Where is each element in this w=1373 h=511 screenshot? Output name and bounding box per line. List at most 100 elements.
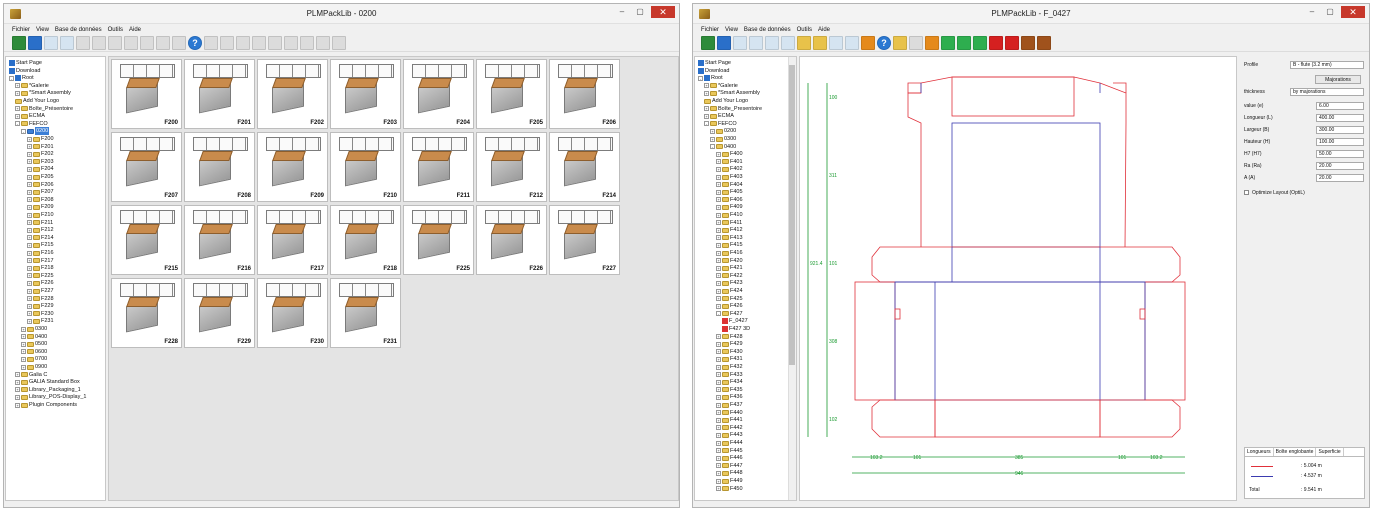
menu-outils[interactable]: Outils — [797, 27, 812, 33]
collapse-icon[interactable]: - — [21, 128, 26, 134]
download-icon[interactable] — [28, 36, 42, 50]
download-icon[interactable] — [717, 36, 731, 50]
expand-icon[interactable]: + — [27, 288, 32, 294]
tree-node[interactable]: + F450 — [716, 485, 743, 493]
expand-icon[interactable]: + — [716, 341, 721, 347]
document-tool-icon[interactable] — [76, 36, 90, 50]
expand-icon[interactable]: + — [27, 250, 32, 256]
menu-fichier[interactable]: Fichier — [12, 27, 30, 33]
measure-tool-icon[interactable] — [220, 36, 234, 50]
expand-icon[interactable]: + — [710, 136, 715, 142]
export-tool-icon[interactable] — [925, 36, 939, 50]
expand-icon[interactable]: + — [15, 387, 20, 393]
expand-icon[interactable]: + — [704, 90, 709, 96]
collapse-icon[interactable]: - — [15, 121, 20, 127]
expand-icon[interactable]: + — [21, 356, 26, 362]
expand-icon[interactable]: + — [27, 235, 32, 241]
edit-tool-icon[interactable] — [893, 36, 907, 50]
expand-icon[interactable]: + — [710, 128, 715, 134]
maximize-button[interactable]: ▢ — [633, 6, 647, 18]
expand-icon[interactable]: + — [716, 212, 721, 218]
expand-icon[interactable]: + — [27, 227, 32, 233]
collapse-icon[interactable]: - — [698, 75, 703, 81]
thumbnail-tile[interactable]: F208 — [184, 132, 255, 202]
expand-icon[interactable]: + — [27, 273, 32, 279]
menu-base-de-donnees[interactable]: Base de données — [55, 27, 102, 33]
library-tree[interactable]: Start Page Download - Root + *Galerie + *Smart … — [694, 56, 797, 501]
expand-icon[interactable]: + — [716, 303, 721, 309]
thumbnail-tile[interactable]: F230 — [257, 278, 328, 348]
expand-icon[interactable]: + — [716, 478, 721, 484]
cff2-export-icon[interactable] — [973, 36, 987, 50]
dimension-tool-icon[interactable] — [92, 36, 106, 50]
thumbnail-tile[interactable]: F209 — [257, 132, 328, 202]
expand-icon[interactable]: + — [716, 402, 721, 408]
expand-icon[interactable]: + — [27, 174, 32, 180]
expand-icon[interactable]: + — [716, 410, 721, 416]
param-value-input[interactable]: 300.00 — [1316, 126, 1364, 134]
expand-icon[interactable]: + — [21, 334, 26, 340]
search-icon[interactable] — [749, 36, 763, 50]
expand-icon[interactable]: + — [704, 113, 709, 119]
expand-icon[interactable]: + — [716, 417, 721, 423]
expand-icon[interactable]: + — [716, 432, 721, 438]
expand-icon[interactable]: + — [716, 463, 721, 469]
close-button[interactable]: ✕ — [651, 6, 675, 18]
document-tool-icon[interactable] — [765, 36, 779, 50]
expand-icon[interactable]: + — [21, 341, 26, 347]
minimize-button[interactable]: – — [615, 6, 629, 18]
param-value-input[interactable]: 100.00 — [1316, 138, 1364, 146]
expand-icon[interactable]: + — [704, 106, 709, 112]
majorations-button[interactable]: Majorations — [1315, 75, 1361, 84]
param-value-input[interactable]: 20.00 — [1316, 162, 1364, 170]
expand-icon[interactable]: + — [716, 265, 721, 271]
expand-icon[interactable]: + — [15, 372, 20, 378]
expand-icon[interactable]: + — [716, 166, 721, 172]
layout-tool-icon[interactable] — [156, 36, 170, 50]
menu-fichier[interactable]: Fichier — [701, 27, 719, 33]
thumbnail-tile[interactable]: F206 — [549, 59, 620, 129]
palette-tool-icon[interactable] — [861, 36, 875, 50]
pdf-export-icon[interactable] — [989, 36, 1003, 50]
thumbnail-tile[interactable]: F216 — [184, 205, 255, 275]
collapse-icon[interactable]: - — [704, 121, 709, 127]
cotation-tool-icon[interactable] — [797, 36, 811, 50]
expand-icon[interactable]: + — [27, 220, 32, 226]
plm-icon[interactable] — [701, 36, 715, 50]
dimension-tool-icon[interactable] — [781, 36, 795, 50]
expand-icon[interactable]: + — [27, 258, 32, 264]
thumbnail-tile[interactable]: F211 — [403, 132, 474, 202]
expand-icon[interactable]: + — [21, 349, 26, 355]
expand-icon[interactable]: + — [15, 402, 20, 408]
expand-icon[interactable]: + — [716, 204, 721, 210]
expand-icon[interactable]: + — [716, 250, 721, 256]
thumbnail-tile[interactable]: F204 — [403, 59, 474, 129]
thumbnail-tile[interactable]: F212 — [476, 132, 547, 202]
expand-icon[interactable]: + — [716, 296, 721, 302]
menu-base-de-donnees[interactable]: Base de données — [744, 27, 791, 33]
expand-icon[interactable]: + — [716, 394, 721, 400]
expand-icon[interactable]: + — [716, 372, 721, 378]
expand-icon[interactable]: + — [27, 296, 32, 302]
edit-tool-icon[interactable] — [204, 36, 218, 50]
expand-icon[interactable]: + — [27, 182, 32, 188]
expand-icon[interactable]: + — [27, 311, 32, 317]
ai-export-icon[interactable] — [268, 36, 282, 50]
globe-icon[interactable] — [733, 36, 747, 50]
thumbnail-tile[interactable]: F228 — [111, 278, 182, 348]
expand-icon[interactable]: + — [716, 356, 721, 362]
globe-icon[interactable] — [44, 36, 58, 50]
export-tool-icon[interactable] — [236, 36, 250, 50]
menu-view[interactable]: View — [36, 27, 49, 33]
symmetry-tool-icon[interactable] — [813, 36, 827, 50]
thumbnail-tile[interactable]: F210 — [330, 132, 401, 202]
minimize-button[interactable]: – — [1305, 6, 1319, 18]
expand-icon[interactable]: + — [27, 189, 32, 195]
expand-icon[interactable]: + — [15, 113, 20, 119]
pallet-icon[interactable] — [1021, 36, 1035, 50]
expand-icon[interactable]: + — [716, 227, 721, 233]
ai-export-icon[interactable] — [957, 36, 971, 50]
expand-icon[interactable]: + — [716, 151, 721, 157]
expand-icon[interactable]: + — [716, 280, 721, 286]
menu-outils[interactable]: Outils — [108, 27, 123, 33]
